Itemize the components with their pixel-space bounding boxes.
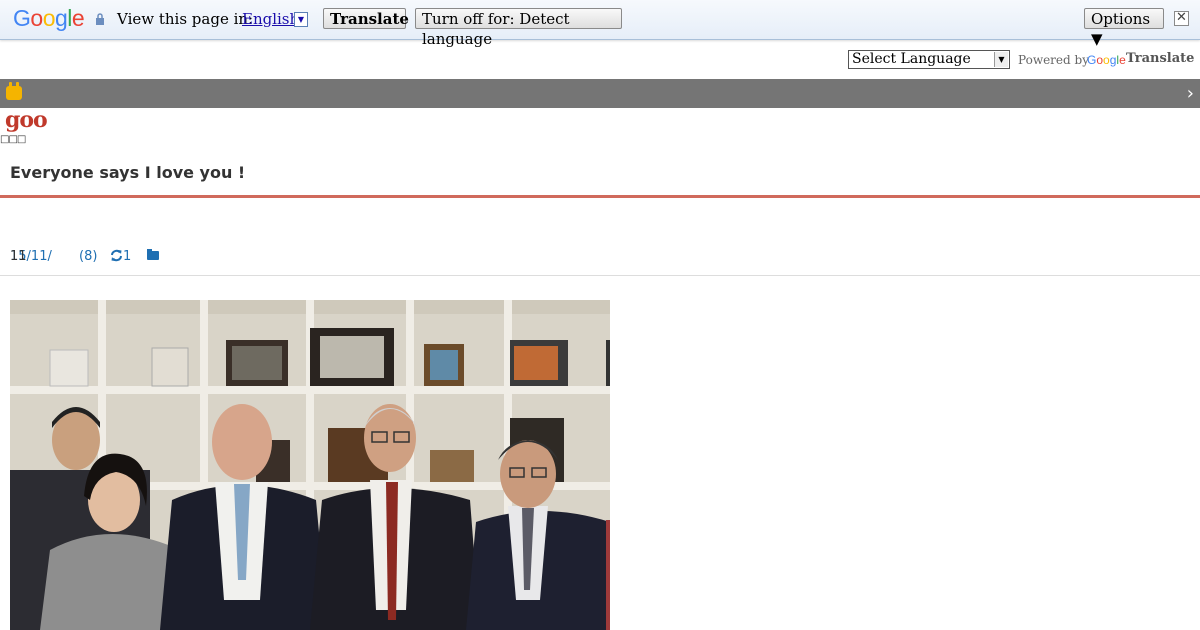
view-page-label: View this page in: [117,10,254,28]
folder-icon[interactable] [147,249,159,260]
meta-divider [0,275,1200,276]
group-photo-illustration [10,300,610,630]
options-button[interactable]: Options ▼ [1084,8,1164,48]
google-logo: Google [13,5,85,31]
translate-button[interactable]: Translate [323,8,409,29]
reblog-count: 1 [123,249,132,264]
refresh-icon [111,249,122,262]
language-select-value: Select Language [852,51,971,67]
target-language-link[interactable]: English [242,10,299,28]
chevron-right-icon[interactable]: › [1187,83,1194,104]
top-strip: › [0,79,1200,108]
post-photo[interactable] [10,300,610,630]
tofu-text: □□□ [0,134,26,145]
language-select[interactable]: Select Language ▼ [848,50,1010,69]
turn-off-button[interactable]: Turn off for: Detect language [415,8,622,48]
header-divider [0,195,1200,198]
goo-logo[interactable]: goo [5,107,48,133]
translate-bar: Google View this page in: English ▼ Tran… [0,0,1200,48]
blog-title[interactable]: Everyone says I love you ! [10,163,245,182]
reblog-link[interactable]: 1 [110,249,131,264]
powered-by-label: Powered by [1018,53,1089,67]
translate-link[interactable]: Translate [1126,51,1194,66]
chevron-down-icon[interactable]: ▼ [294,12,308,27]
comment-count[interactable]: (8) [79,249,97,264]
lock-icon [96,13,104,25]
chevron-down-icon: ▼ [994,52,1008,67]
calendar-icon[interactable] [6,82,22,100]
close-icon[interactable]: ✕ [1174,11,1189,26]
google-small-logo: Google [1087,53,1126,67]
